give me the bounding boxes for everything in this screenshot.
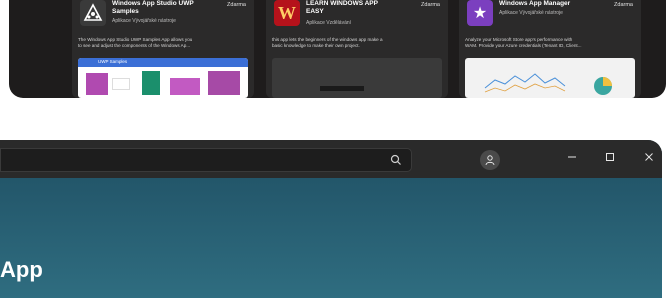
search-input[interactable] <box>0 148 412 172</box>
user-icon[interactable] <box>480 150 500 170</box>
search-icon[interactable] <box>389 153 403 167</box>
price-label: Zdarma <box>227 2 246 8</box>
star-icon: ★ <box>467 0 493 26</box>
tile-magenta <box>86 73 108 95</box>
minimize-icon[interactable] <box>562 148 582 166</box>
app-title: Windows App Manager <box>499 0 571 7</box>
app-card-uwp-samples[interactable]: Windows App Studio UWP Samples Zdarma Ap… <box>72 0 254 98</box>
app-description: this app lets the beginners of the windo… <box>272 37 383 48</box>
tile-violet <box>208 71 240 95</box>
category-label: Aplikace Vývojářské nástroje <box>499 10 563 16</box>
tile-teal <box>142 71 160 95</box>
app-title: LEARN WINDOWS APP EASY <box>306 0 378 15</box>
triangle-people-icon <box>80 0 106 26</box>
title-bar <box>0 140 662 178</box>
app-window: App <box>0 140 662 298</box>
app-screenshot: UWP Samples <box>78 58 248 98</box>
app-title: Windows App Studio UWP Samples <box>112 0 194 15</box>
tile-white <box>112 78 130 90</box>
screenshot-header-bar: UWP Samples <box>78 58 248 67</box>
app-description: The Windows App Studio UWP Samples App a… <box>78 37 193 48</box>
maximize-icon[interactable] <box>600 148 620 166</box>
close-icon[interactable] <box>639 148 659 166</box>
page-title: App <box>0 257 43 282</box>
app-card-windows-app-manager[interactable]: ★ Windows App Manager Zdarma Aplikace Vý… <box>459 0 641 98</box>
price-label: Zdarma <box>614 2 633 8</box>
app-card-learn-windows[interactable]: W LEARN WINDOWS APP EASY Zdarma Aplikace… <box>266 0 448 98</box>
tile-purple <box>170 78 200 95</box>
category-label: Aplikace Vzdělávání <box>306 20 352 26</box>
app-screenshot <box>465 58 635 98</box>
w-letter-icon: W <box>274 0 300 26</box>
store-results-panel: Windows App Studio UWP Samples Zdarma Ap… <box>9 0 666 98</box>
app-screenshot <box>272 58 442 98</box>
category-label: Aplikace Vývojářské nástroje <box>112 18 176 24</box>
app-description: Analyze your Microsoft Store app's perfo… <box>465 37 582 48</box>
screenshot-chart <box>484 73 612 95</box>
price-label: Zdarma <box>421 2 440 8</box>
screenshot-bar <box>320 86 364 91</box>
